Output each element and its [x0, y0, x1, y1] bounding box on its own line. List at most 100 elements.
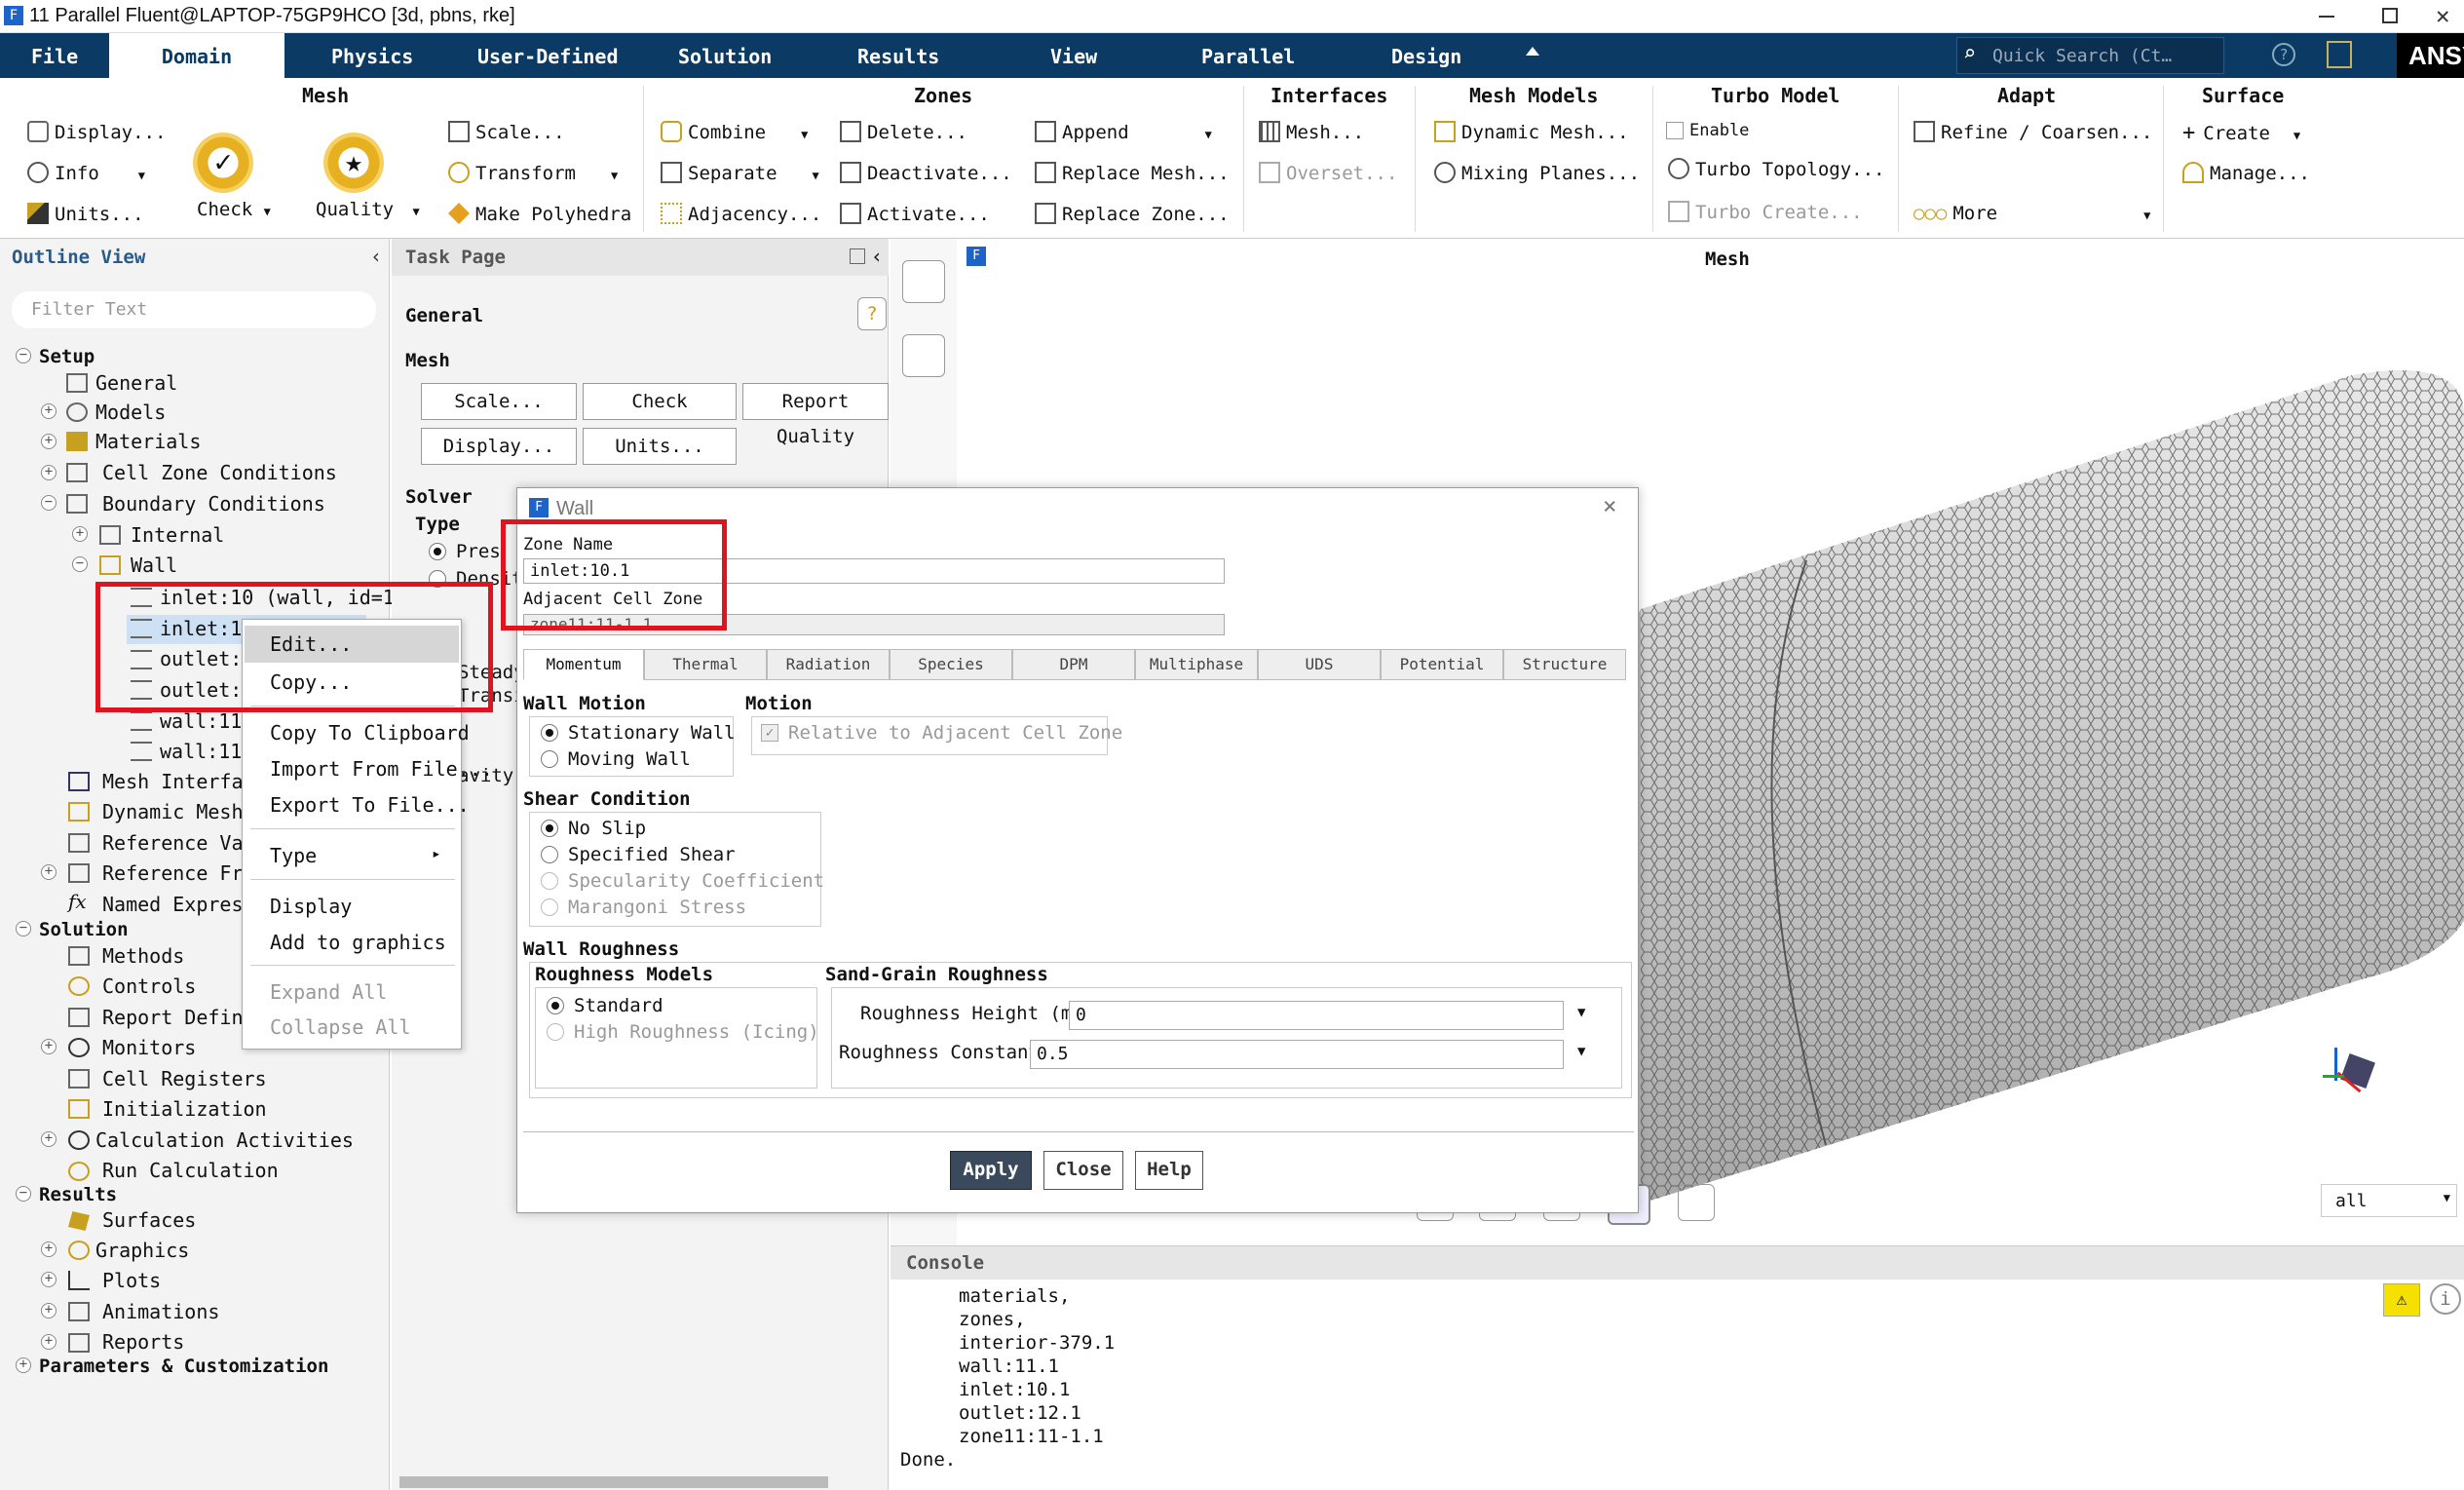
view-select-dropdown[interactable]: all ▼: [2321, 1184, 2457, 1217]
check-button[interactable]: Check ▼: [197, 199, 271, 220]
minimize-icon[interactable]: [2319, 16, 2334, 18]
tree-wall[interactable]: Wall: [131, 554, 177, 577]
dialog-close-icon[interactable]: ×: [1603, 492, 1616, 519]
tab-physics[interactable]: Physics: [331, 33, 413, 78]
tree-dynamic-mesh[interactable]: Dynamic Mesh: [102, 800, 244, 823]
tab-uds[interactable]: UDS: [1258, 649, 1381, 680]
task-page-float-icon[interactable]: [850, 248, 865, 264]
tree-initialization[interactable]: Initialization: [102, 1097, 267, 1121]
tree-monitors[interactable]: Monitors: [102, 1036, 196, 1059]
display-button[interactable]: Display...: [27, 121, 166, 143]
filter-text-input[interactable]: Filter Text: [12, 291, 376, 328]
mesh-interfaces-button[interactable]: Mesh...: [1259, 121, 1364, 143]
context-copy-to-clipboard[interactable]: Copy To Clipboard: [270, 721, 470, 745]
task-help-icon[interactable]: ?: [857, 297, 887, 330]
refine-coarsen-button[interactable]: Refine / Coarsen...: [1914, 121, 2152, 143]
toolstrip-copy-icon[interactable]: [902, 260, 945, 303]
tab-solution[interactable]: Solution: [678, 33, 772, 78]
turbo-topology-button[interactable]: Turbo Topology...: [1668, 158, 1884, 180]
close-window-icon[interactable]: ✕: [2436, 2, 2449, 29]
append-button[interactable]: Append ▼: [1035, 121, 1212, 143]
high-roughness-radio[interactable]: [547, 1023, 564, 1041]
tool-notes-icon[interactable]: [1678, 1184, 1715, 1221]
context-import-from-file[interactable]: Import From File...: [270, 757, 493, 781]
tree-results[interactable]: Results: [39, 1184, 117, 1205]
tab-multiphase[interactable]: Multiphase: [1135, 649, 1258, 680]
task-scale-button[interactable]: Scale...: [421, 383, 577, 420]
tree-animations[interactable]: Animations: [102, 1300, 219, 1323]
overset-button[interactable]: Overset...: [1259, 162, 1397, 184]
separate-button[interactable]: Separate ▼: [661, 162, 819, 184]
task-report-quality-button[interactable]: Report Quality: [742, 383, 889, 447]
tree-methods[interactable]: Methods: [102, 944, 184, 968]
adapt-more-button[interactable]: ○○○ More ▼: [1914, 203, 2150, 224]
collapse-results-icon[interactable]: −: [16, 1186, 31, 1202]
moving-wall-radio[interactable]: [541, 750, 558, 768]
tab-domain[interactable]: Domain: [109, 33, 284, 78]
standard-radio[interactable]: [547, 997, 564, 1014]
expand-reference-frames-icon[interactable]: +: [41, 864, 57, 880]
tree-named-expressions[interactable]: Named Express: [102, 893, 255, 916]
marangoni-radio[interactable]: [541, 898, 558, 916]
tab-species[interactable]: Species: [890, 649, 1012, 680]
roughness-height-input[interactable]: 0: [1069, 1001, 1564, 1030]
expand-models-icon[interactable]: +: [41, 403, 57, 419]
collapse-setup-icon[interactable]: −: [16, 348, 31, 363]
dynamic-mesh-button[interactable]: Dynamic Mesh...: [1434, 121, 1629, 143]
task-page-scrollbar[interactable]: [399, 1476, 828, 1488]
tree-controls[interactable]: Controls: [102, 974, 196, 998]
tree-surfaces[interactable]: Surfaces: [102, 1208, 196, 1232]
toolstrip-sidebar-icon[interactable]: [902, 334, 945, 377]
quality-button[interactable]: Quality ▼: [316, 199, 420, 220]
tab-thermal[interactable]: Thermal: [644, 649, 767, 680]
restore-icon[interactable]: [2382, 8, 2398, 23]
tree-materials[interactable]: Materials: [95, 430, 201, 453]
warning-icon[interactable]: ⚠: [2383, 1283, 2420, 1317]
expand-params-icon[interactable]: +: [16, 1357, 31, 1373]
tree-plots[interactable]: Plots: [102, 1269, 161, 1292]
specified-shear-radio[interactable]: [541, 846, 558, 863]
collapse-ribbon-icon[interactable]: [1526, 47, 1539, 56]
close-button[interactable]: Close: [1043, 1151, 1123, 1190]
tree-boundary-conditions[interactable]: Boundary Conditions: [102, 492, 325, 516]
task-display-button[interactable]: Display...: [421, 428, 577, 465]
tab-parallel[interactable]: Parallel: [1201, 33, 1295, 78]
expand-graphics-icon[interactable]: +: [41, 1242, 57, 1257]
expand-calc-activities-icon[interactable]: +: [41, 1131, 57, 1147]
tree-parameters-customization[interactable]: Parameters & Customization: [39, 1356, 328, 1377]
tree-run-calculation[interactable]: Run Calculation: [102, 1159, 279, 1182]
pressure-based-radio[interactable]: [429, 543, 446, 560]
tree-calculation-activities[interactable]: Calculation Activities: [95, 1128, 354, 1152]
tree-cell-registers[interactable]: Cell Registers: [102, 1067, 267, 1090]
context-add-to-graphics[interactable]: Add to graphics: [270, 931, 446, 954]
roughness-constant-dropdown-icon[interactable]: ▼: [1577, 1044, 1585, 1059]
tree-setup[interactable]: Setup: [39, 346, 95, 367]
tree-graphics[interactable]: Graphics: [95, 1239, 189, 1262]
roughness-height-dropdown-icon[interactable]: ▼: [1577, 1005, 1585, 1020]
info-button[interactable]: Info ▼: [27, 162, 145, 184]
info-icon[interactable]: i: [2430, 1283, 2461, 1315]
units-button[interactable]: Units...: [27, 203, 144, 225]
tab-view[interactable]: View: [1050, 33, 1097, 78]
check-icon[interactable]: ✓: [193, 133, 253, 193]
surface-manage-button[interactable]: Manage...: [2182, 162, 2310, 184]
tab-radiation[interactable]: Radiation: [767, 649, 890, 680]
mixing-planes-button[interactable]: Mixing Planes...: [1434, 162, 1640, 184]
task-check-button[interactable]: Check: [583, 383, 737, 420]
context-collapse-all[interactable]: Collapse All: [270, 1015, 411, 1039]
quick-search[interactable]: ⌕ Quick Search (Ct…: [1956, 37, 2224, 74]
expand-monitors-icon[interactable]: +: [41, 1039, 57, 1054]
expand-cell-zone-icon[interactable]: +: [41, 465, 57, 480]
tab-user-defined[interactable]: User-Defined: [477, 33, 619, 78]
tree-cell-zone-conditions[interactable]: Cell Zone Conditions: [102, 461, 337, 484]
expand-materials-icon[interactable]: +: [41, 434, 57, 449]
tab-results[interactable]: Results: [857, 33, 939, 78]
activate-button[interactable]: Activate...: [840, 203, 990, 225]
turbo-enable-checkbox[interactable]: Enable: [1666, 121, 1749, 140]
tree-reports[interactable]: Reports: [102, 1330, 184, 1354]
context-display[interactable]: Display: [270, 895, 352, 918]
delete-zone-button[interactable]: Delete...: [840, 121, 967, 143]
turbo-create-button[interactable]: Turbo Create...: [1668, 201, 1863, 223]
collapse-boundary-icon[interactable]: −: [41, 495, 57, 511]
replace-zone-button[interactable]: Replace Zone...: [1035, 203, 1230, 225]
